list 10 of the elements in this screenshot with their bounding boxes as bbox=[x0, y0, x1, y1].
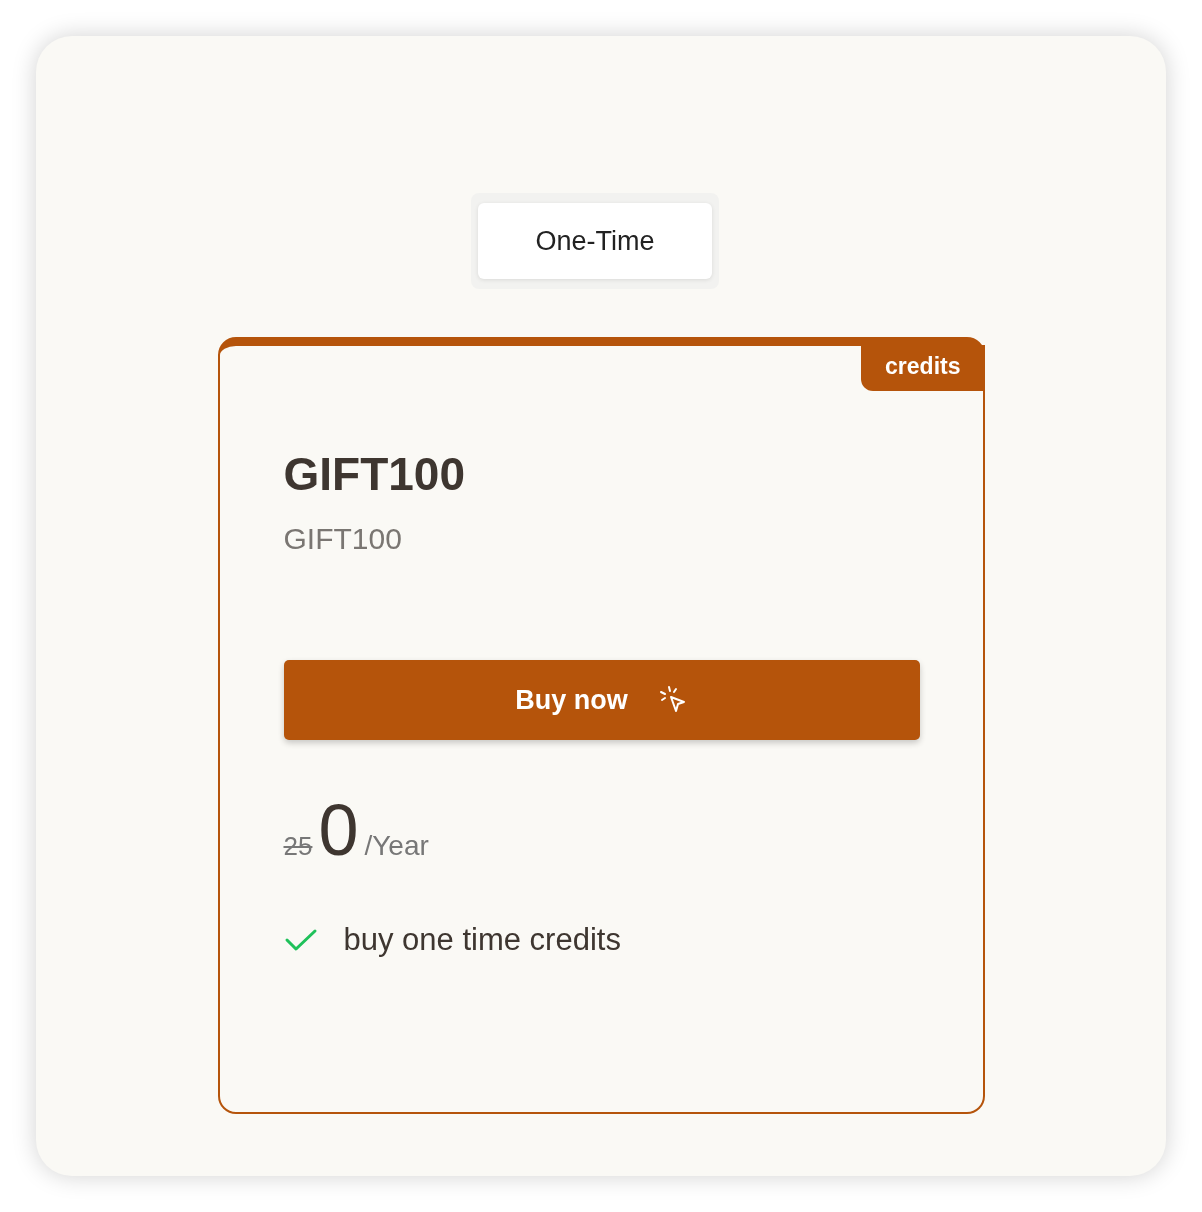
price-period: /Year bbox=[364, 830, 429, 862]
plan-badge: credits bbox=[861, 345, 985, 391]
buy-now-button[interactable]: Buy now bbox=[283, 660, 920, 740]
plan-subtitle: GIFT100 bbox=[283, 521, 403, 557]
price: 0 bbox=[318, 790, 359, 870]
tab[interactable]: One-Time bbox=[478, 203, 712, 279]
feature-text: buy one time credits bbox=[343, 922, 621, 958]
cursor-click-icon bbox=[657, 685, 688, 715]
original-price: 25 bbox=[283, 831, 313, 862]
plan-title: GIFT100 bbox=[283, 447, 466, 501]
